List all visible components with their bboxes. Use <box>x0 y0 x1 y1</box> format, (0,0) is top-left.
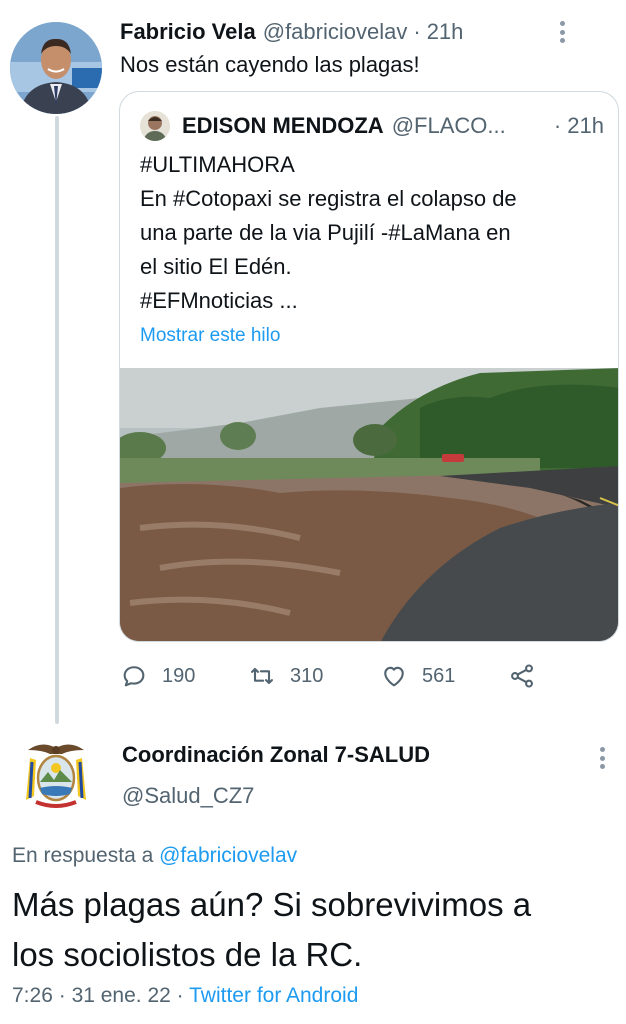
author-name: EDISON MENDOZA <box>182 113 384 138</box>
tweet-source-link[interactable]: Twitter for Android <box>189 984 358 1007</box>
retweet-count: 310 <box>290 664 324 687</box>
reply-prefix: En respuesta a <box>12 844 154 867</box>
author-handle[interactable]: @Salud_CZ7 <box>122 783 254 809</box>
text-line: Más plagas aún? Si sobrevivimos a <box>12 886 532 923</box>
separator-dot: · <box>58 984 66 1007</box>
text-line: el sitio El Edén. <box>140 254 292 279</box>
avatar[interactable] <box>10 22 102 114</box>
share-icon <box>511 664 533 688</box>
heart-icon <box>384 666 404 687</box>
separator-dot: · <box>176 984 184 1007</box>
quoted-tweet-text: #ULTIMAHORA En #Cotopaxi se registra el … <box>140 148 602 318</box>
tweet-actions: 190 310 561 <box>120 656 620 696</box>
share-button[interactable] <box>508 656 536 696</box>
reply-context: En respuesta a @fabriciovelav <box>12 844 297 868</box>
avatar <box>140 111 170 141</box>
ecuador-coat-of-arms-avatar[interactable] <box>22 740 90 812</box>
more-options-icon[interactable] <box>592 744 612 772</box>
separator-dot: · <box>413 19 421 44</box>
reply-mention-link[interactable]: @fabriciovelav <box>159 844 297 867</box>
thread-connector-line <box>55 116 59 724</box>
like-count: 561 <box>422 664 456 687</box>
quoted-tweet-card[interactable]: EDISON MENDOZA @FLACO... · 21h #ULTIMAHO… <box>119 91 619 642</box>
tweet-time[interactable]: 7:26 <box>12 984 53 1007</box>
author-handle: @FLACO... <box>391 113 506 138</box>
tweet-header: Fabricio Vela @fabriciovelav · 21h <box>120 16 586 48</box>
show-thread-link[interactable]: Mostrar este hilo <box>140 325 280 347</box>
more-options-icon[interactable] <box>552 18 572 46</box>
quoted-tweet-header: EDISON MENDOZA @FLACO... · 21h <box>140 110 604 142</box>
flooded-road-photo[interactable] <box>120 368 618 641</box>
text-line: En #Cotopaxi se registra el colapso de <box>140 186 517 211</box>
tweet-timestamp[interactable]: 21h <box>427 19 464 45</box>
separator-dot: · <box>553 113 562 138</box>
retweet-button[interactable]: 310 <box>248 656 323 696</box>
text-line: #EFMnoticias ... <box>140 288 298 313</box>
like-button[interactable]: 561 <box>380 656 455 696</box>
author-name[interactable]: Fabricio Vela <box>120 19 256 45</box>
tweet-text: Más plagas aún? Si sobrevivimos a los so… <box>12 880 612 980</box>
reply-button[interactable]: 190 <box>120 656 195 696</box>
time-value: 21h <box>567 113 604 138</box>
tweet-text: Nos están cayendo las plagas! <box>120 52 420 77</box>
retweet-icon <box>251 667 273 685</box>
author-handle[interactable]: @fabriciovelav <box>263 19 408 45</box>
text-line: los sociolistos de la RC. <box>12 936 363 973</box>
text-line: una parte de la via Pujilí -#LaMana en <box>140 220 511 245</box>
tweet-meta: 7:26 · 31 ene. 22 · Twitter for Android <box>12 984 358 1008</box>
tweet-date[interactable]: 31 ene. 22 <box>72 984 171 1007</box>
reply-count: 190 <box>162 664 196 687</box>
text-line: #ULTIMAHORA <box>140 152 295 177</box>
author-name[interactable]: Coordinación Zonal 7-SALUD <box>122 742 430 768</box>
reply-icon <box>123 666 145 687</box>
tweet-timestamp: · 21h <box>554 113 604 139</box>
